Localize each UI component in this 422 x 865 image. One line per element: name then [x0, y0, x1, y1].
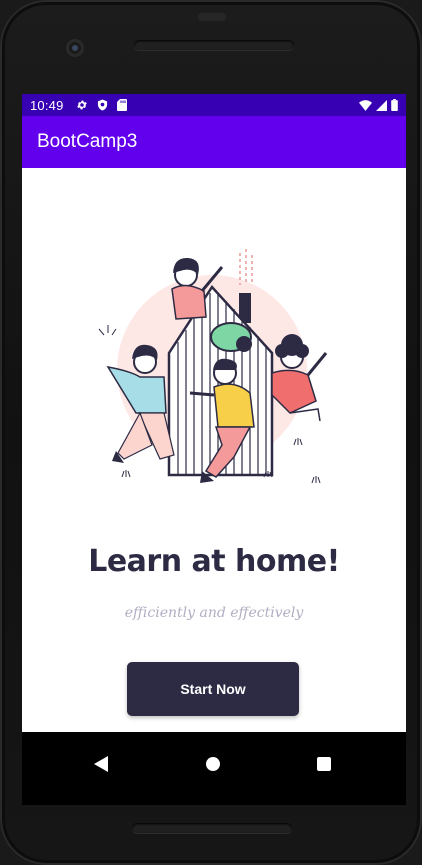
subtitle: efficiently and effectively: [124, 605, 304, 621]
recents-icon[interactable]: [317, 757, 331, 771]
top-speaker: [134, 40, 294, 50]
earpiece-slot: [198, 13, 226, 21]
navigation-bar: [22, 732, 406, 805]
wifi-icon: [359, 99, 372, 111]
gear-icon: [76, 100, 87, 110]
battery-icon: [391, 99, 398, 111]
back-icon[interactable]: [94, 756, 108, 772]
app-title: BootCamp3: [37, 131, 138, 152]
signal-icon: [376, 99, 387, 111]
sd-card-icon: [116, 99, 127, 111]
app-bar: BootCamp3: [22, 116, 406, 168]
status-bar: 10:49: [22, 94, 406, 116]
device-screen: 10:49 BootCamp3 Learn at home! efficient…: [22, 94, 406, 805]
status-system-icons: [359, 99, 398, 111]
people-playing-in-house-illustration: [98, 249, 328, 484]
phone-frame: 10:49 BootCamp3 Learn at home! efficient…: [0, 0, 422, 865]
home-icon[interactable]: [206, 757, 220, 771]
start-now-button[interactable]: Start Now: [127, 662, 299, 716]
status-notification-icons: [76, 99, 127, 111]
status-time: 10:49: [30, 97, 64, 113]
main-content: Learn at home! efficiently and effective…: [22, 168, 406, 732]
headline: Learn at home!: [88, 544, 340, 579]
shield-icon: [97, 99, 107, 111]
front-camera: [66, 39, 84, 57]
bottom-speaker: [132, 823, 292, 833]
